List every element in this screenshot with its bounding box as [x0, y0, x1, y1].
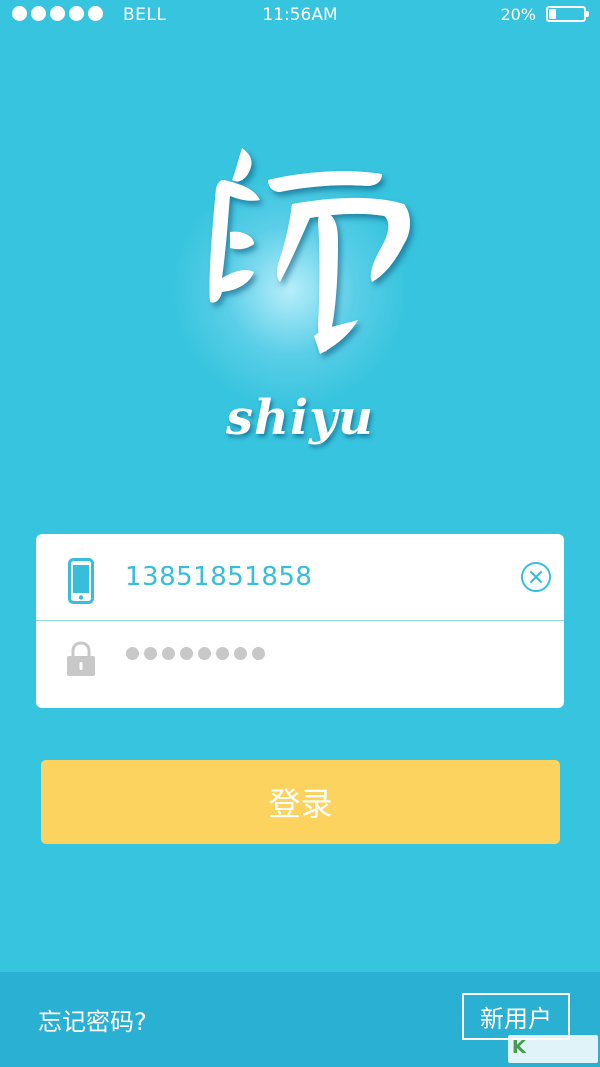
password-mask-dot — [216, 647, 229, 660]
watermark-mark-icon: K — [512, 1037, 526, 1058]
login-form: 13851851858 — [36, 534, 564, 708]
password-mask-dot — [180, 647, 193, 660]
phone-field[interactable]: 13851851858 — [36, 534, 564, 621]
login-button[interactable]: 登录 — [41, 760, 560, 844]
new-user-button[interactable]: 新用户 — [462, 993, 570, 1040]
password-mask-dot — [198, 647, 211, 660]
password-input-mask[interactable] — [126, 647, 265, 660]
clear-circle-icon[interactable] — [520, 561, 552, 593]
lock-icon — [67, 641, 95, 676]
password-mask-dot — [162, 647, 175, 660]
logo-wordmark: shiyu — [226, 390, 374, 446]
password-mask-dot — [126, 647, 139, 660]
password-field[interactable] — [36, 621, 564, 708]
status-bar: BELL 11:56AM 20% — [0, 0, 600, 30]
phone-icon — [68, 558, 94, 604]
app-logo: shiyu — [150, 140, 450, 480]
password-mask-dot — [234, 647, 247, 660]
battery-icon — [546, 6, 589, 22]
forgot-password-link[interactable]: 忘记密码? — [38, 1002, 147, 1037]
shi-calligraphy-logo-icon — [209, 148, 410, 354]
password-mask-dot — [252, 647, 265, 660]
phone-input-value[interactable]: 13851851858 — [125, 562, 312, 592]
battery-percent: 20% — [500, 5, 536, 24]
watermark-logo: K — [508, 1035, 598, 1063]
password-mask-dot — [144, 647, 157, 660]
